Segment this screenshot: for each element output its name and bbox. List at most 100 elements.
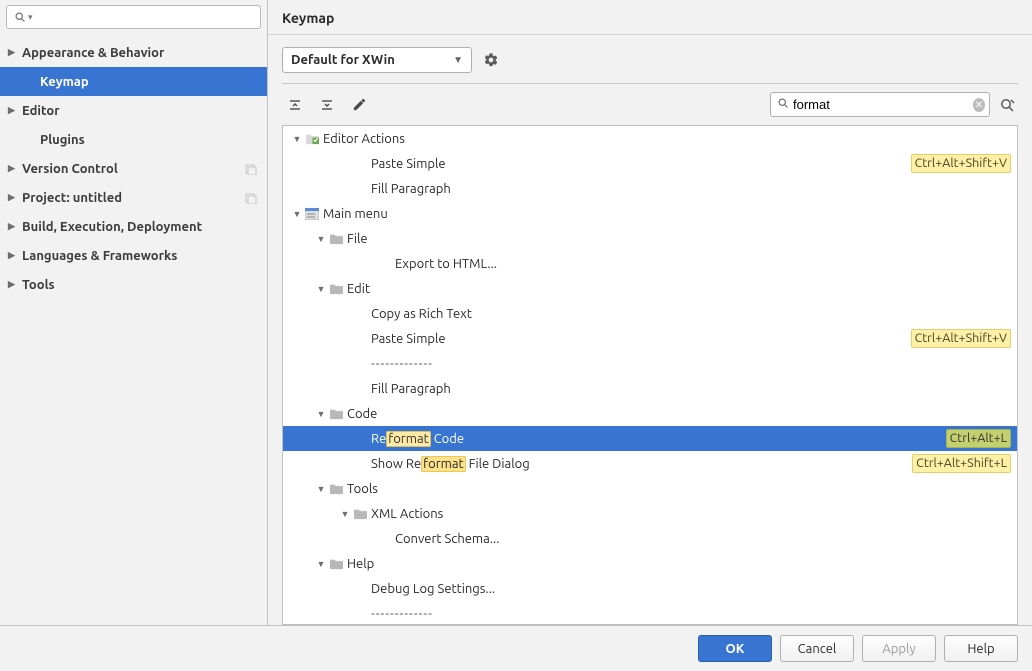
editor-actions-icon [303,132,321,145]
tree-row-label: Show Reformat File Dialog [369,457,912,471]
action-search-field[interactable]: ✕ [770,92,990,117]
edit-icon[interactable] [348,94,370,116]
tree-row[interactable]: Reformat CodeCtrl+Alt+L [283,426,1017,451]
sidebar-item-tools[interactable]: ▶Tools [0,270,267,299]
find-shortcut-icon[interactable] [996,94,1018,116]
tree-row-label: Tools [345,482,1011,496]
sidebar-item-label: Tools [22,278,55,292]
sidebar-item-label: Keymap [40,75,89,89]
tree-row[interactable]: ▼File [283,226,1017,251]
sidebar-item-project-untitled[interactable]: ▶Project: untitled [0,183,267,212]
tree-row[interactable]: ------------- [283,351,1017,376]
tree-row[interactable]: ▼Main menu [283,201,1017,226]
folder-icon [327,282,345,295]
tree-row[interactable]: Show Reformat File DialogCtrl+Alt+Shift+… [283,451,1017,476]
tree-row[interactable]: Copy as Rich Text [283,301,1017,326]
search-icon [13,10,27,24]
sidebar-item-label: Version Control [22,162,118,176]
sidebar-search-input[interactable] [37,10,254,25]
tree-row-label: Fill Paragraph [369,182,1011,196]
actions-tree[interactable]: ▼Editor ActionsPaste SimpleCtrl+Alt+Shif… [282,125,1018,625]
chevron-down-icon: ▼ [315,284,327,294]
apply-button[interactable]: Apply [862,635,936,662]
tree-row[interactable]: Fill Paragraph [283,376,1017,401]
tree-row[interactable]: ▼ XML Actions [283,501,1017,526]
sidebar-nav: ▶Appearance & BehaviorKeymap▶EditorPlugi… [0,36,267,625]
folder-icon [327,232,345,245]
tree-row[interactable]: ▼ Editor Actions [283,126,1017,151]
collapse-all-icon[interactable] [316,94,338,116]
chevron-down-icon: ▼ [291,134,303,144]
tree-row-label: Editor Actions [321,132,1011,146]
sidebar-item-build-execution-deployment[interactable]: ▶Build, Execution, Deployment [0,212,267,241]
divider [282,83,1018,84]
cancel-button[interactable]: Cancel [780,635,854,662]
tree-row[interactable]: Convert Schema... [283,526,1017,551]
tree-row-label: Reformat Code [369,432,946,446]
tree-row[interactable]: Fill Paragraph [283,176,1017,201]
shortcut-badge: Ctrl+Alt+L [946,429,1011,448]
project-scope-icon [245,163,257,175]
search-icon [777,97,789,112]
sidebar-item-label: Build, Execution, Deployment [22,220,202,234]
sidebar-item-keymap[interactable]: Keymap [0,67,267,96]
sidebar-item-plugins[interactable]: Plugins [0,125,267,154]
shortcut-badge: Ctrl+Alt+Shift+V [911,329,1011,348]
chevron-down-icon: ▾ [28,12,33,23]
tree-row-label: Convert Schema... [393,532,1011,546]
sidebar-item-label: Editor [22,104,60,118]
sidebar-search-wrap: ▾ [0,0,267,36]
panel-title: Keymap [268,0,1032,35]
chevron-right-icon: ▶ [8,163,19,174]
clear-icon[interactable]: ✕ [973,98,985,112]
tree-row-label: Paste Simple [369,157,911,171]
tree-row-label: ------------- [369,357,1011,371]
sidebar-item-editor[interactable]: ▶Editor [0,96,267,125]
tree-row-label: Fill Paragraph [369,382,1011,396]
sidebar-item-label: Languages & Frameworks [22,249,177,263]
tree-row[interactable]: ▼ Tools [283,476,1017,501]
sidebar-item-appearance-behavior[interactable]: ▶Appearance & Behavior [0,38,267,67]
shortcut-badge: Ctrl+Alt+Shift+V [911,154,1011,173]
settings-sidebar: ▾ ▶Appearance & BehaviorKeymap▶EditorPlu… [0,0,268,625]
tree-row-label: Debug Log Settings... [369,582,1011,596]
dialog-footer: OK Cancel Apply Help [0,626,1032,671]
chevron-right-icon: ▶ [8,250,19,261]
expand-all-icon[interactable] [284,94,306,116]
action-search-input[interactable] [793,97,969,112]
chevron-down-icon: ▼ [339,509,351,519]
chevron-right-icon: ▶ [8,221,19,232]
tree-row[interactable]: Debug Log Settings... [283,576,1017,601]
sidebar-item-languages-frameworks[interactable]: ▶Languages & Frameworks [0,241,267,270]
ok-button[interactable]: OK [698,635,772,662]
chevron-right-icon: ▶ [8,105,19,116]
tree-row-label: Main menu [321,207,1011,221]
chevron-down-icon: ▼ [453,54,463,66]
tree-row[interactable]: ▼Edit [283,276,1017,301]
settings-panel: Keymap Default for XWin ▼ [268,0,1032,625]
gear-icon[interactable] [480,49,502,71]
tree-row[interactable]: ▼Help [283,551,1017,576]
shortcut-badge: Ctrl+Alt+Shift+L [912,454,1011,473]
help-button[interactable]: Help [944,635,1018,662]
tree-row-label: Export to HTML... [393,257,1011,271]
scheme-row: Default for XWin ▼ [282,43,1018,83]
chevron-down-icon: ▼ [315,484,327,494]
sidebar-item-label: Plugins [40,133,85,147]
tree-row-label: Paste Simple [369,332,911,346]
tree-row[interactable]: Paste SimpleCtrl+Alt+Shift+V [283,326,1017,351]
chevron-down-icon: ▼ [315,409,327,419]
sidebar-search-box[interactable]: ▾ [6,5,261,29]
tree-row-label: XML Actions [369,507,1011,521]
folder-icon [327,407,345,420]
tree-row[interactable]: Export to HTML... [283,251,1017,276]
keymap-toolbar: ✕ [282,90,1018,125]
tree-row[interactable]: ------------- [283,601,1017,625]
menu-icon [303,208,321,220]
keymap-scheme-combo[interactable]: Default for XWin ▼ [282,47,472,73]
keymap-scheme-value: Default for XWin [291,53,395,67]
sidebar-item-version-control[interactable]: ▶Version Control [0,154,267,183]
tree-row[interactable]: ▼Code [283,401,1017,426]
project-scope-icon [245,192,257,204]
tree-row[interactable]: Paste SimpleCtrl+Alt+Shift+V [283,151,1017,176]
